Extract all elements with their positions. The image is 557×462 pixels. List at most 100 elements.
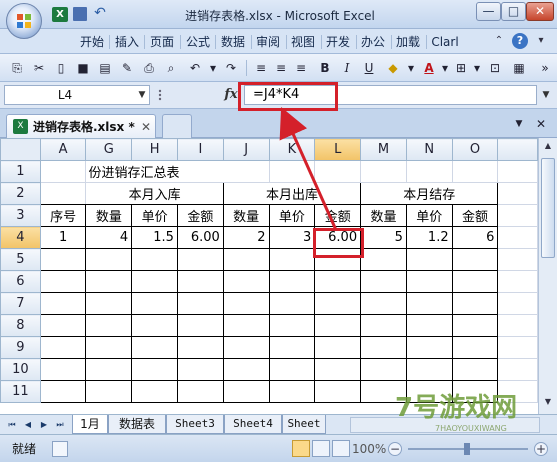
preview-icon[interactable]: ⌕ [162, 59, 180, 77]
data-cell[interactable]: 1.2 [405, 226, 453, 249]
align-center-icon[interactable]: ≡ [272, 59, 290, 77]
chevron-down-icon[interactable]: ▼ [135, 86, 149, 104]
bold-icon[interactable]: B [316, 59, 334, 77]
page-break-view-icon[interactable] [332, 440, 350, 457]
header-cell[interactable]: 数量 [222, 204, 270, 227]
data-cell[interactable]: 6.00 [176, 226, 224, 249]
sheet-tab-1[interactable]: 1月 [72, 415, 108, 434]
sheet-tab-3[interactable]: Sheet3 [166, 415, 224, 434]
data-cell[interactable]: 4 [85, 226, 133, 249]
tab-insert[interactable]: 插入 [113, 33, 141, 51]
group-header-stock[interactable]: 本月结存 [360, 182, 499, 205]
expand-formula-icon[interactable]: ▼ [538, 86, 554, 104]
tab-data[interactable]: 数据 [219, 33, 247, 51]
save-icon[interactable]: ■ [74, 59, 92, 77]
row-header[interactable]: 10 [0, 358, 41, 381]
copy-format-icon[interactable]: ⎘ [8, 59, 26, 77]
data-cell[interactable]: 3 [268, 226, 316, 249]
close-workbook-icon[interactable]: ✕ [534, 117, 548, 131]
row-header[interactable]: 7 [0, 292, 41, 315]
redo-icon[interactable]: ↷ [222, 59, 240, 77]
column-header[interactable]: N [405, 138, 453, 161]
page-layout-view-icon[interactable] [312, 440, 330, 457]
cell[interactable] [497, 204, 538, 227]
zoom-level[interactable]: 100% [352, 440, 386, 458]
cell[interactable] [497, 160, 538, 183]
cell[interactable] [451, 160, 499, 183]
close-icon[interactable]: ✕ [139, 118, 153, 136]
data-cell[interactable]: 1.5 [131, 226, 178, 249]
maximize-button[interactable]: □ [501, 2, 526, 21]
column-header-selected[interactable]: L [314, 138, 362, 161]
header-cell[interactable]: 金额 [176, 204, 224, 227]
italic-icon[interactable]: I [338, 59, 356, 77]
header-cell[interactable]: 序号 [39, 204, 87, 227]
header-cell[interactable]: 金额 [314, 204, 362, 227]
first-sheet-icon[interactable]: ⏮ [6, 417, 18, 433]
header-cell[interactable]: 单价 [268, 204, 316, 227]
tab-page[interactable]: 页面 [148, 33, 176, 51]
sheet-tab-4[interactable]: Sheet4 [224, 415, 282, 434]
cell[interactable] [268, 160, 316, 183]
last-sheet-icon[interactable]: ⏭ [54, 417, 66, 433]
sheet-title[interactable]: 份进销存汇总表 [85, 160, 270, 183]
cell[interactable] [497, 182, 538, 205]
row-header[interactable]: 1 [0, 160, 41, 183]
data-cell[interactable]: 1 [39, 226, 87, 249]
column-header[interactable]: K [268, 138, 316, 161]
undo-icon[interactable]: ↶ [186, 59, 204, 77]
cell[interactable] [497, 226, 538, 249]
column-header[interactable]: J [222, 138, 270, 161]
group-header-out[interactable]: 本月出库 [222, 182, 362, 205]
resize-handle-icon[interactable] [156, 87, 164, 103]
spreadsheet-grid[interactable]: A G H I J K L M N O 1 份进销存汇总表 2 本月入库 本月出… [0, 138, 538, 414]
new-icon[interactable]: ▯ [52, 59, 70, 77]
select-all-corner[interactable] [0, 138, 41, 161]
merge-icon[interactable]: ⊡ [486, 59, 504, 77]
office-button[interactable] [6, 3, 42, 39]
close-button[interactable]: ✕ [526, 2, 554, 21]
tab-home[interactable]: 开始 [78, 33, 106, 51]
align-left-icon[interactable]: ≡ [252, 59, 270, 77]
cell[interactable] [360, 160, 407, 183]
ribbon-collapse-icon[interactable]: ⌃ [492, 34, 506, 48]
toolbar-more-icon[interactable]: » [536, 59, 554, 77]
column-header[interactable]: A [39, 138, 87, 161]
borders-dropdown-icon[interactable]: ▾ [468, 59, 486, 77]
cell[interactable] [314, 160, 362, 183]
sheet-tab-2[interactable]: 数据表 [108, 415, 166, 434]
ribbon-expand-icon[interactable]: ▾ [533, 33, 549, 49]
header-cell[interactable]: 金额 [451, 204, 499, 227]
tab-addins[interactable]: 加载 [394, 33, 422, 51]
undo-dropdown-icon[interactable]: ▾ [204, 59, 222, 77]
macro-record-icon[interactable] [52, 441, 68, 457]
header-cell[interactable]: 单价 [405, 204, 453, 227]
fill-color-icon[interactable]: ◆ [384, 59, 402, 77]
row-header[interactable]: 9 [0, 336, 41, 359]
header-cell[interactable]: 数量 [360, 204, 407, 227]
row-header[interactable]: 5 [0, 248, 41, 271]
workbook-tab[interactable]: X 进销存表格.xlsx * ✕ [6, 114, 156, 138]
tab-view[interactable]: 视图 [289, 33, 317, 51]
paint-icon[interactable]: ✎ [118, 59, 136, 77]
tab-review[interactable]: 审阅 [254, 33, 282, 51]
tab-formulas[interactable]: 公式 [184, 33, 212, 51]
column-header[interactable]: I [176, 138, 224, 161]
row-header[interactable]: 8 [0, 314, 41, 337]
row-header[interactable]: 2 [0, 182, 41, 205]
cell[interactable] [39, 160, 87, 183]
prev-sheet-icon[interactable]: ◀ [22, 417, 34, 433]
group-header-in[interactable]: 本月入库 [85, 182, 224, 205]
table-icon[interactable]: ▦ [510, 59, 528, 77]
row-header[interactable]: 3 [0, 204, 41, 227]
tab-clarl[interactable]: Clarl [429, 33, 461, 51]
normal-view-icon[interactable] [292, 440, 310, 457]
column-header[interactable]: H [131, 138, 178, 161]
sheet-tab-5[interactable]: Sheet [282, 415, 326, 434]
data-cell[interactable]: 6 [451, 226, 499, 249]
tab-developer[interactable]: 开发 [324, 33, 352, 51]
open-icon[interactable]: ▤ [96, 59, 114, 77]
data-cell[interactable]: 5 [360, 226, 407, 249]
print-icon[interactable]: ⎙ [140, 59, 158, 77]
align-right-icon[interactable]: ≡ [292, 59, 310, 77]
